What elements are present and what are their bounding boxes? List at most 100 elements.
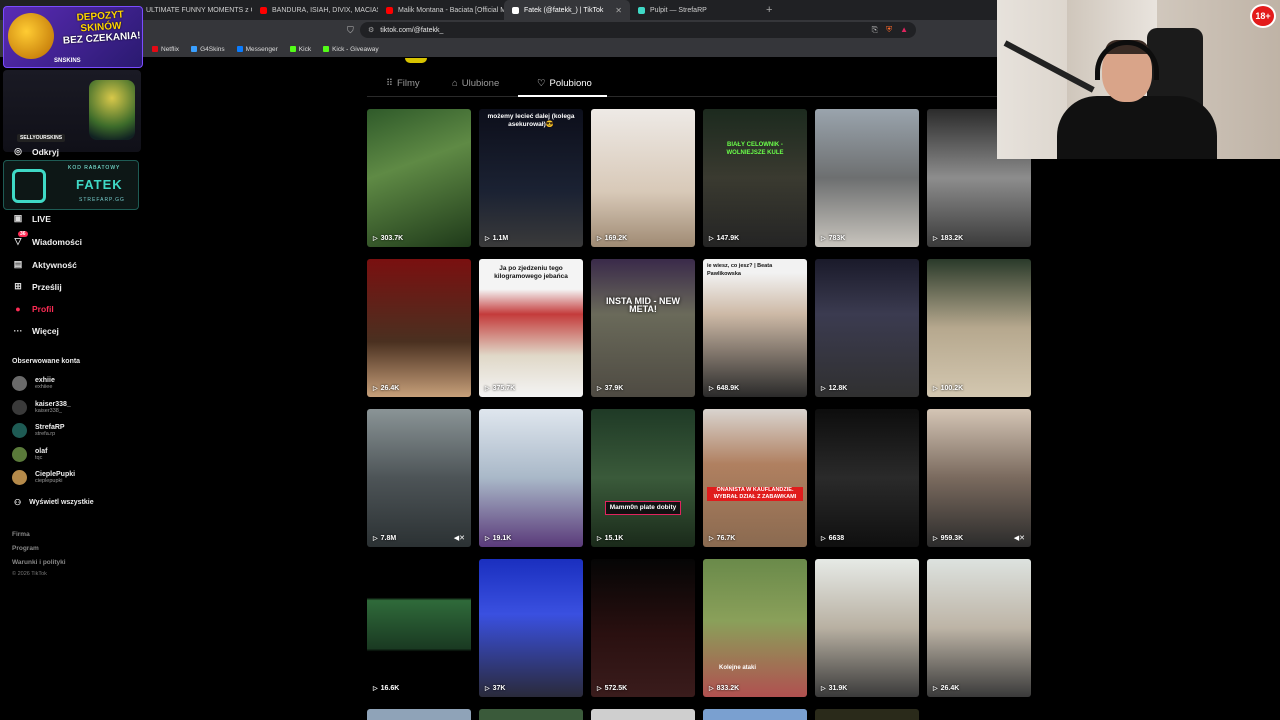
strefarp-logo-icon	[12, 169, 46, 203]
play-icon: ▷	[933, 536, 938, 542]
browser-tab-strip: SNSKINS - GTA RP| MAMYULTIMATE FUNNY MOM…	[0, 0, 997, 20]
view-count-value: 183.2K	[940, 235, 964, 242]
brave-shield-icon[interactable]: ⛨	[886, 25, 892, 35]
mute-icon[interactable]: ◀✕	[454, 534, 465, 542]
tab-liked[interactable]: ♡ Polubiono	[537, 78, 592, 89]
url-text: tiktok.com/@fatekk_	[380, 26, 444, 34]
following-account[interactable]: CieplePupki cieplepupki	[12, 470, 75, 485]
play-icon: ▷	[933, 686, 938, 692]
site-settings-icon[interactable]: ⚙	[368, 26, 374, 34]
video-thumbnail[interactable]: ▷ 31.9K	[815, 559, 919, 697]
view-count-value: 26.4K	[380, 385, 400, 392]
sidebar-item-live[interactable]: ▣ LIVE	[12, 213, 51, 224]
following-account[interactable]: olaf tqc	[12, 446, 47, 462]
video-caption: Mamm0n plate dobity	[605, 501, 681, 515]
view-count: ▷ 15.1K	[597, 535, 623, 542]
video-thumbnail-partial[interactable]	[591, 709, 695, 720]
bookmark-icon: ⌂	[452, 78, 458, 89]
sidebar-item-compass[interactable]: ◎ Odkryj	[12, 146, 59, 157]
browser-tab[interactable]: BANDURA, ISIAH, DIVIX, MACIAS, AM	[252, 0, 378, 20]
video-thumbnail[interactable]: ▷ 572.5K	[591, 559, 695, 697]
browser-tab[interactable]: Pulpit — StrefaRP	[630, 0, 756, 20]
video-thumbnail[interactable]: ONANISTA W KAUFLANDZIE. WYBRAŁ DZIAŁ Z Z…	[703, 409, 807, 547]
browser-tab[interactable]: Fatek (@fatekk_) | TikTok ✕	[504, 0, 630, 20]
view-count: ▷ 959.3K	[933, 535, 963, 542]
activity-icon: ▤	[13, 259, 23, 269]
video-caption: BIAŁY CELOWNIK - WOLNIEJSZE KULE	[726, 142, 784, 156]
video-thumbnail[interactable]: ▷ 19.1K	[479, 409, 583, 547]
video-thumbnail-partial[interactable]	[367, 709, 471, 720]
video-thumbnail[interactable]: ▷ 12.8K	[815, 259, 919, 397]
account-names: kaiser338_ kaiser338_	[35, 401, 71, 414]
bookmark-item[interactable]: Messenger	[236, 46, 278, 53]
play-icon: ▷	[373, 536, 378, 542]
footer-terms-link[interactable]: Warunki i polityki	[12, 559, 66, 566]
following-account[interactable]: exhiie exhiiee	[12, 376, 55, 391]
new-tab-button[interactable]: +	[756, 4, 782, 16]
video-thumbnail-partial[interactable]	[703, 709, 807, 720]
promo-overlay: DEPOZYT SKINÓW BEZ CZEKANIA! SNSKINS	[3, 6, 143, 68]
tab-videos[interactable]: ⠿ Filmy	[386, 78, 420, 89]
video-thumbnail[interactable]: Ja po zjedzeniu tego kilogramowego jebań…	[479, 259, 583, 397]
video-thumbnail[interactable]: ▷ 37K	[479, 559, 583, 697]
video-thumbnail[interactable]: INSTA MID - NEW META! ▷ 37.9K	[591, 259, 695, 397]
browser-tab[interactable]: ULTIMATE FUNNY MOMENTS z GTA	[126, 0, 252, 20]
footer-company-link[interactable]: Firma	[12, 531, 30, 538]
see-all-button[interactable]: ⚇ Wyświetl wszystkie	[14, 498, 94, 507]
video-thumbnail[interactable]: ▷ 959.3K ◀✕	[927, 409, 1031, 547]
bookmark-icon[interactable]: ⛉	[347, 25, 354, 36]
video-thumbnail[interactable]: ▷ 16.6K	[367, 559, 471, 697]
url-field[interactable]: ⚙ tiktok.com/@fatekk_ ⎘ ⛨ ▲	[360, 22, 916, 38]
view-count-value: 19.1K	[492, 535, 512, 542]
browser-tab[interactable]: Malik Montana - Baciata [Official Mu	[378, 0, 504, 20]
video-thumbnail[interactable]: ▷ 303.7K	[367, 109, 471, 247]
rewards-icon[interactable]: ▲	[900, 25, 908, 35]
sidebar-item-upload[interactable]: ⊞ Prześlij	[12, 281, 62, 292]
bookmarks-bar: Netflix G4Skins Messenger Kick Kick - Giveaw…	[0, 41, 997, 57]
play-icon: ▷	[821, 686, 826, 692]
following-account[interactable]: StrefaRP strefa.rp	[12, 423, 65, 438]
following-account[interactable]: kaiser338_ kaiser338_	[12, 399, 71, 415]
video-thumbnail[interactable]: ▷ 6638	[815, 409, 919, 547]
video-thumbnail-partial[interactable]	[479, 709, 583, 720]
bookmark-label: Kick	[298, 45, 312, 53]
mute-icon[interactable]: ◀✕	[1014, 534, 1025, 542]
bookmark-item[interactable]: Kick	[289, 45, 312, 53]
video-thumbnail[interactable]: ▷ 26.4K	[927, 559, 1031, 697]
video-thumbnail-partial[interactable]	[815, 709, 919, 720]
video-thumbnail[interactable]: ▷ 100.2K	[927, 259, 1031, 397]
account-name: exhiie	[35, 377, 55, 384]
close-icon[interactable]: ✕	[615, 6, 622, 15]
video-thumbnail[interactable]: ie wiesz, co jesz? | Beata Pawlikowska ▷ 6…	[703, 259, 807, 397]
bookmark-item[interactable]: Netflix	[152, 46, 179, 53]
tab-favorites[interactable]: ⌂ Ulubione	[452, 78, 499, 89]
video-thumbnail[interactable]: możemy lecieć dalej (kolega asekurował)😎…	[479, 109, 583, 247]
account-names: StrefaRP strefa.rp	[35, 424, 65, 437]
video-thumbnail[interactable]: ▷ 26.4K	[367, 259, 471, 397]
translate-icon[interactable]: ⎘	[872, 25, 878, 35]
video-thumbnail[interactable]: Mamm0n plate dobity ▷ 15.1K	[591, 409, 695, 547]
video-thumbnail[interactable]: ▷ 169.2K	[591, 109, 695, 247]
sidebar-item-activity[interactable]: ▤ Aktywność	[12, 259, 77, 270]
video-thumbnail[interactable]: BIAŁY CELOWNIK - WOLNIEJSZE KULE ▷ 147.9K	[703, 109, 807, 247]
view-count: ▷ 19.1K	[485, 535, 511, 542]
see-all-label: Wyświetl wszystkie	[29, 499, 94, 506]
profile-header-fragment	[405, 58, 427, 63]
bookmark-item[interactable]: G4Skins	[191, 46, 225, 53]
sidebar-item-messages[interactable]: ▽ 36 Wiadomości	[12, 231, 82, 247]
sidebar-item-label: Profil	[32, 304, 54, 314]
view-count-value: 7.8M	[380, 535, 397, 542]
compass-icon: ◎	[14, 146, 22, 156]
video-thumbnail[interactable]: Kolejne ataki ▷ 833.2K	[703, 559, 807, 697]
bookmark-item[interactable]: Kick - Giveaway	[323, 46, 379, 53]
play-icon: ▷	[597, 236, 602, 242]
view-count-value: 100.2K	[940, 385, 964, 392]
bookmark-favicon-icon	[191, 46, 198, 52]
video-thumbnail[interactable]: ▷ 783K	[815, 109, 919, 247]
sidebar-item-profile[interactable]: ● Profil	[12, 304, 54, 314]
sidebar-item-label: Więcej	[32, 326, 59, 336]
sidebar-item-more[interactable]: ··· Więcej	[12, 326, 59, 336]
footer-program-link[interactable]: Program	[12, 545, 39, 552]
video-thumbnail[interactable]: ▷ 7.8M ◀✕	[367, 409, 471, 547]
account-names: CieplePupki cieplepupki	[35, 471, 75, 484]
